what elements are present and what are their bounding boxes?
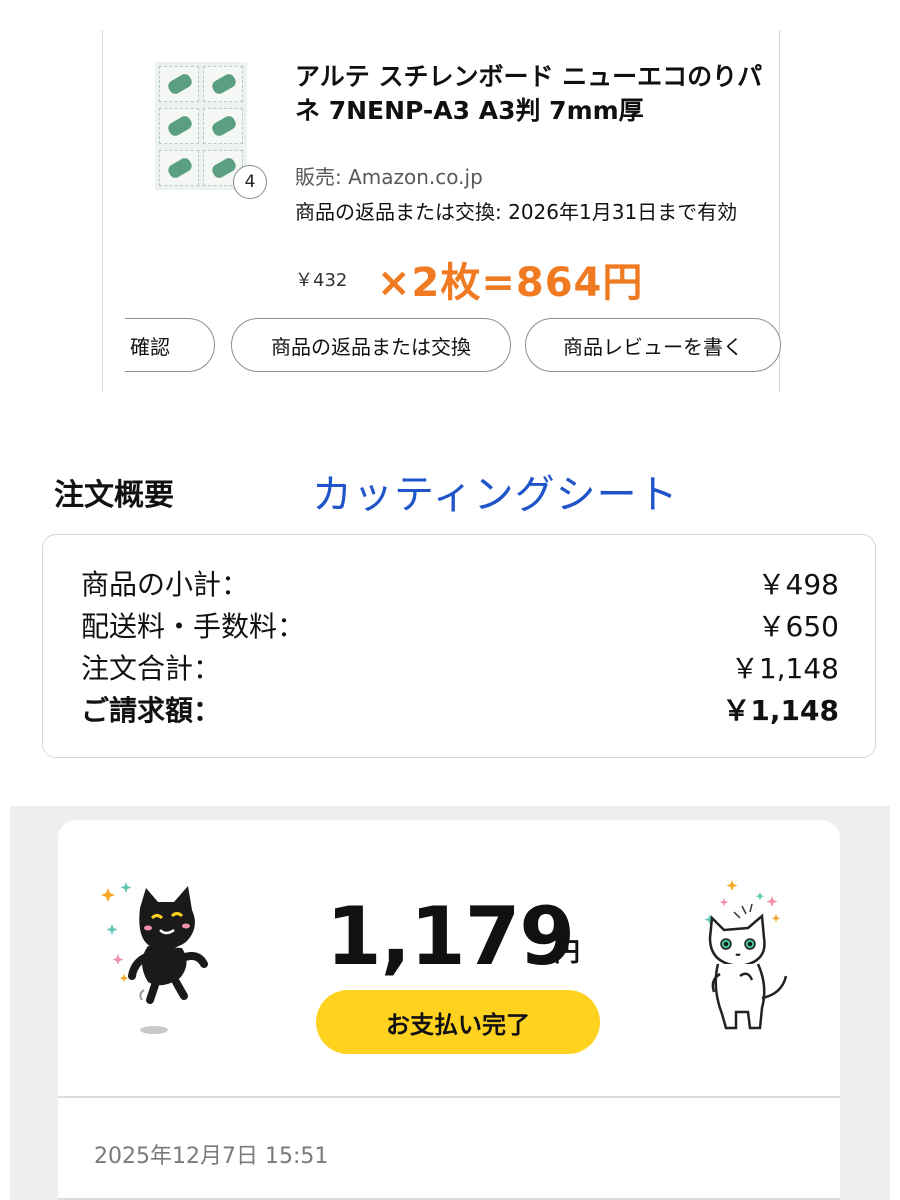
handwritten-price-annotation: ×2枚=864円 [377, 260, 644, 306]
subtotal-label: 商品の小計： [81, 568, 250, 601]
confirm-button[interactable]: 確認 [125, 318, 215, 372]
divider [58, 1096, 840, 1098]
subtotal-value: ￥498 [757, 568, 839, 601]
return-window-note: 商品の返品または交換: 2026年1月31日まで有効 [295, 200, 738, 224]
thumbnail-tile [159, 108, 199, 144]
product-seller: 販売: Amazon.co.jp [295, 165, 483, 189]
billing-amount-label: ご請求額： [81, 694, 222, 727]
shipping-fee-label: 配送料・手数料： [81, 610, 306, 643]
write-review-button[interactable]: 商品レビューを書く [525, 318, 781, 372]
thumbnail-tile [159, 66, 199, 102]
payment-unit: 円 [554, 938, 581, 968]
order-summary-box: 商品の小計： ￥498 配送料・手数料： ￥650 注文合計： ￥1,148 ご… [42, 534, 876, 758]
return-or-exchange-button[interactable]: 商品の返品または交換 [231, 318, 511, 372]
product-action-buttons: 確認 商品の返品または交換 商品レビューを書く [125, 318, 781, 374]
product-price: ￥432 [295, 270, 348, 291]
billing-amount-value: ￥1,148 [722, 694, 839, 727]
black-cat-icon [101, 882, 208, 1034]
product-title[interactable]: アルテ スチレンボード ニューエコのりパネ 7NENP-A3 A3判 7mm厚 [295, 60, 765, 128]
payment-complete-badge[interactable]: お支払い完了 [316, 990, 600, 1054]
cutting-sheet-annotation: カッティングシート [312, 472, 679, 518]
payment-timestamp: 2025年12月7日 15:51 [94, 1144, 329, 1169]
billing-amount-row: ご請求額： ￥1,148 [81, 689, 839, 731]
shipping-fee-row: 配送料・手数料： ￥650 [81, 605, 839, 647]
shipping-fee-value: ￥650 [757, 610, 839, 643]
product-thumbnail[interactable] [155, 62, 247, 190]
thumbnail-tile [159, 150, 199, 186]
thumbnail-tile [203, 66, 243, 102]
thumbnail-tile [203, 108, 243, 144]
payment-amount: 1,179 [326, 890, 575, 983]
order-total-label: 注文合計： [81, 652, 222, 685]
white-cat-icon [704, 880, 788, 1030]
quantity-badge: 4 [233, 165, 267, 199]
product-card: 4 アルテ スチレンボード ニューエコのりパネ 7NENP-A3 A3判 7mm… [102, 30, 781, 392]
order-summary-heading: 注文概要 [54, 478, 174, 513]
order-total-row: 注文合計： ￥1,148 [81, 647, 839, 689]
divider [58, 1198, 840, 1200]
subtotal-row: 商品の小計： ￥498 [81, 563, 839, 605]
order-total-value: ￥1,148 [730, 652, 839, 685]
